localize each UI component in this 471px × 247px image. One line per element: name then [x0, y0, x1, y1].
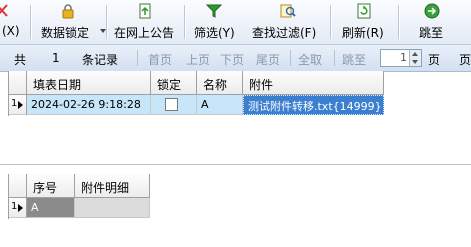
refresh-label: 刷新(R)	[342, 26, 384, 40]
funnel-icon	[205, 3, 223, 19]
refresh-icon	[356, 3, 372, 19]
find-filter-label: 查找过滤(F)	[252, 26, 317, 40]
prev-page-button[interactable]: 上页	[186, 51, 210, 68]
publish-online-button[interactable]: 在网上公告	[112, 0, 178, 44]
cell-seq[interactable]: A	[27, 198, 75, 218]
filter-label: 筛选(Y)	[194, 26, 235, 40]
filter-button[interactable]: 筛选(Y)	[192, 0, 242, 44]
refresh-button[interactable]: 刷新(R)	[340, 0, 390, 44]
jump-button[interactable]: 跳至	[412, 0, 452, 44]
record-navigation-bar: 共 1 条记录 首页 上页 下页 尾页 全取 跳至 1 页 页	[0, 45, 471, 72]
page-unit: 页	[428, 53, 441, 67]
column-header-detail[interactable]: 附件明细	[75, 174, 150, 198]
page-number-stepper[interactable]: 1	[380, 49, 422, 67]
toolbar: (X) 数据锁定 在网上公告 筛选(Y) 查找过滤(F) 刷新(R) 跳至	[0, 0, 471, 45]
show-all-button[interactable]: 全取	[298, 51, 322, 68]
total-prefix: 共	[14, 53, 27, 67]
column-header-date[interactable]: 填表日期	[27, 71, 151, 95]
jump-label: 跳至	[419, 26, 444, 40]
toolbar-separator	[398, 5, 400, 39]
publish-online-label: 在网上公告	[114, 26, 175, 40]
nav-separator	[137, 50, 138, 66]
column-header-name[interactable]: 名称	[197, 71, 243, 95]
row-indicator[interactable]: 1	[9, 198, 27, 218]
publish-page-icon	[137, 3, 153, 19]
detail-data-grid: 序号 附件明细 1 A	[8, 174, 150, 219]
cell-name[interactable]: A	[197, 95, 243, 115]
row-indicator-header	[9, 71, 27, 95]
stepper-down-icon[interactable]	[412, 60, 418, 64]
page-label-right: 页	[459, 53, 471, 67]
nav-separator	[290, 50, 291, 66]
close-button[interactable]: (X)	[0, 0, 26, 44]
record-count: 1	[52, 51, 60, 65]
cell-locked[interactable]	[151, 95, 197, 115]
locked-checkbox[interactable]	[165, 98, 178, 111]
toolbar-separator	[106, 5, 108, 39]
data-lock-button[interactable]: 数据锁定	[38, 0, 106, 44]
next-page-button[interactable]: 下页	[220, 51, 244, 68]
row-indicator-header	[9, 174, 27, 198]
first-page-button[interactable]: 首页	[148, 51, 172, 68]
close-icon	[0, 3, 12, 19]
panel-splitter[interactable]	[0, 164, 471, 165]
record-suffix: 条记录	[82, 53, 119, 67]
stepper-buttons[interactable]	[409, 50, 421, 66]
cell-detail[interactable]	[75, 198, 150, 218]
cell-attachment[interactable]: 测试附件转移.txt{14999}	[243, 95, 384, 115]
current-row-arrow-icon	[18, 204, 23, 212]
last-page-button[interactable]: 尾页	[256, 51, 280, 68]
toolbar-separator	[330, 5, 332, 39]
close-label: (X)	[2, 24, 20, 38]
nav-separator	[334, 50, 335, 66]
jump-globe-icon	[424, 3, 440, 19]
data-lock-label: 数据锁定	[41, 26, 90, 40]
row-indicator[interactable]: 1	[9, 95, 27, 115]
column-header-seq[interactable]: 序号	[27, 174, 75, 198]
toolbar-separator	[30, 5, 32, 39]
column-header-locked[interactable]: 锁定	[151, 71, 197, 95]
main-data-grid: 填表日期 锁定 名称 附件 1 2024-02-26 9:18:28 A 测试附…	[8, 71, 384, 116]
page-number-value: 1	[400, 51, 407, 64]
find-filter-icon	[280, 3, 296, 19]
cell-date[interactable]: 2024-02-26 9:18:28	[27, 95, 151, 115]
current-row-arrow-icon	[18, 101, 23, 109]
toolbar-separator	[184, 5, 186, 39]
jump-to-button[interactable]: 跳至	[342, 51, 366, 68]
column-header-attachment[interactable]: 附件	[243, 71, 384, 95]
stepper-up-icon[interactable]	[412, 52, 418, 56]
lock-icon	[60, 3, 76, 19]
find-filter-button[interactable]: 查找过滤(F)	[250, 0, 324, 44]
